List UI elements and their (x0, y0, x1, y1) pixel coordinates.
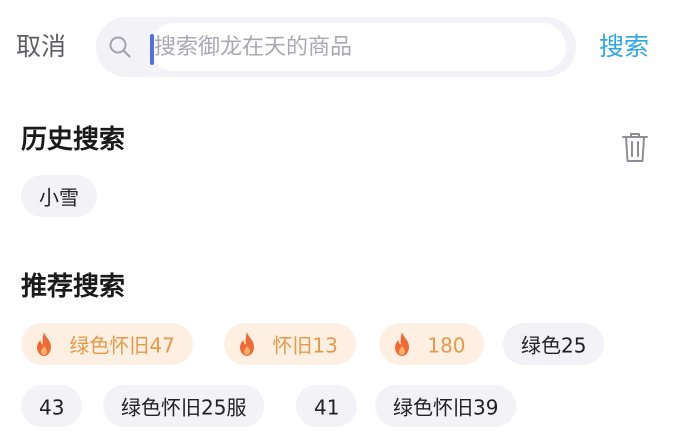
recommend-chip-label: 怀旧13 (272, 333, 338, 358)
recommend-chip-label: 180 (427, 333, 466, 358)
search-box[interactable] (96, 17, 576, 77)
recommend-section-title: 推荐搜索 (21, 272, 126, 302)
search-page: 取消 搜索 历史搜索 小雪 推荐搜索 绿色怀旧47 (0, 0, 699, 440)
recommend-chip-label: 绿色25 (521, 333, 587, 358)
recommend-chip[interactable]: 绿色25 (503, 323, 605, 365)
recommend-chip-label: 41 (314, 395, 340, 420)
search-input[interactable] (150, 23, 564, 71)
search-button[interactable]: 搜索 (599, 28, 649, 66)
flame-icon (395, 331, 409, 356)
recommend-chip-label: 绿色怀旧47 (69, 333, 175, 358)
history-section-title: 历史搜索 (21, 125, 126, 155)
search-field[interactable] (150, 23, 566, 71)
recommend-chip-hot[interactable]: 绿色怀旧47 (21, 323, 193, 365)
recommend-chip[interactable]: 41 (296, 385, 358, 427)
recommend-chip[interactable]: 绿色怀旧25服 (103, 385, 265, 427)
trash-icon[interactable] (620, 130, 650, 164)
search-icon (109, 36, 131, 58)
cancel-button[interactable]: 取消 (16, 28, 66, 66)
history-chip[interactable]: 小雪 (21, 175, 97, 217)
recommend-chip-label: 43 (39, 395, 65, 420)
recommend-chip-hot[interactable]: 180 (379, 323, 484, 365)
recommend-chip-label: 绿色怀旧39 (393, 395, 499, 420)
recommend-chip-hot[interactable]: 怀旧13 (224, 323, 356, 365)
history-chip-label: 小雪 (39, 185, 79, 210)
flame-icon (240, 331, 254, 356)
recommend-chip[interactable]: 43 (21, 385, 83, 427)
search-header: 取消 搜索 (0, 0, 699, 96)
recommend-chip[interactable]: 绿色怀旧39 (375, 385, 517, 427)
recommend-chip-label: 绿色怀旧25服 (121, 395, 247, 420)
flame-icon (37, 331, 51, 356)
